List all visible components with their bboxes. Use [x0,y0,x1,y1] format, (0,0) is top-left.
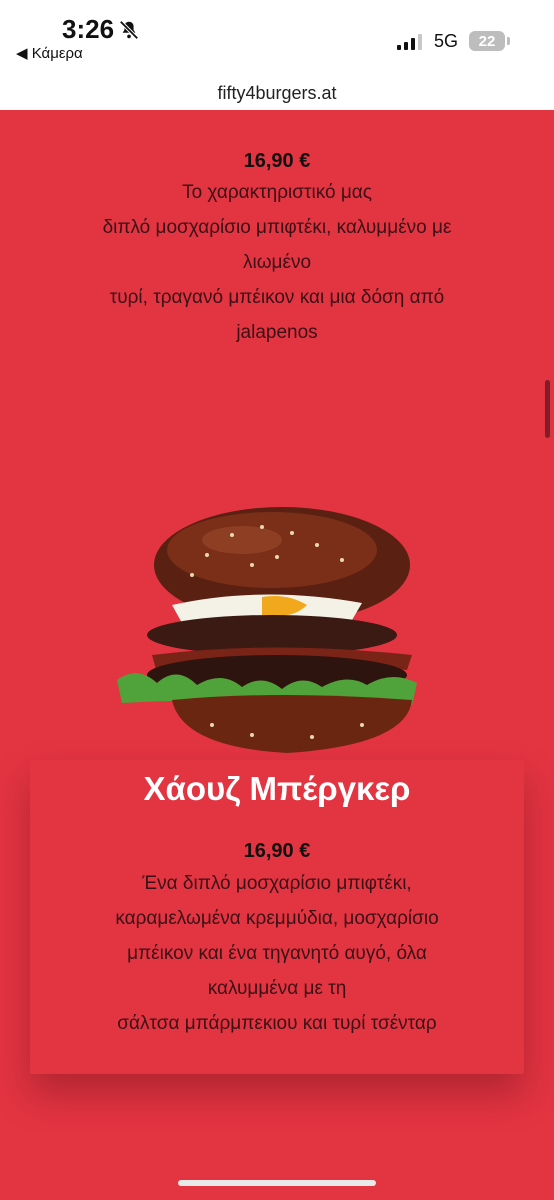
description-line: τυρί, τραγανό μπέικον και μια δόση από [109,287,445,308]
signal-icon [397,34,422,50]
address-bar[interactable]: fifty4burgers.at [0,76,554,110]
item-title: Χάουζ Μπέργκερ [143,770,411,807]
description-line: Το χαρακτηριστικό μας [182,182,372,203]
item-description: Το χαρακτηριστικό μας διπλό μοσχαρίσιο μ… [50,175,504,350]
item-price: 16,90 € [243,150,311,172]
home-indicator[interactable] [178,1180,376,1186]
description-line: Ένα διπλό μοσχαρίσιο μπιφτέκι, [142,873,412,894]
item-price: 16,90 € [243,840,311,862]
battery-indicator: 22 [469,31,510,51]
burger-image [117,507,417,753]
bell-slash-icon [119,20,139,40]
item-description: Ένα διπλό μοσχαρίσιο μπιφτέκι, καραμελωμ… [50,866,504,1041]
network-type: 5G [434,31,459,51]
description-line: διπλό μοσχαρίσιο μπιφτέκι, καλυμμένο με [102,217,452,238]
url-text: fifty4burgers.at [217,82,337,103]
scrollbar[interactable] [545,380,550,438]
back-to-app-link[interactable]: ◀ Κάμερα [16,44,83,62]
description-line: jalapenos [236,322,318,343]
clock: 3:26 [62,14,115,44]
description-line: καλυμμένα με τη [207,978,347,999]
description-line: μπέικον και ένα τηγανητό αυγό, όλα [127,943,427,964]
description-line: σάλτσα μπάρμπεκιου και τυρί τσένταρ [117,1013,437,1034]
status-bar: 3:26 ◀ Κάμερα 5G 22 [0,0,554,80]
description-line: λιωμένο [242,252,312,273]
description-line: καραμελωμένα κρεμμύδια, μοσχαρίσιο [115,908,439,929]
